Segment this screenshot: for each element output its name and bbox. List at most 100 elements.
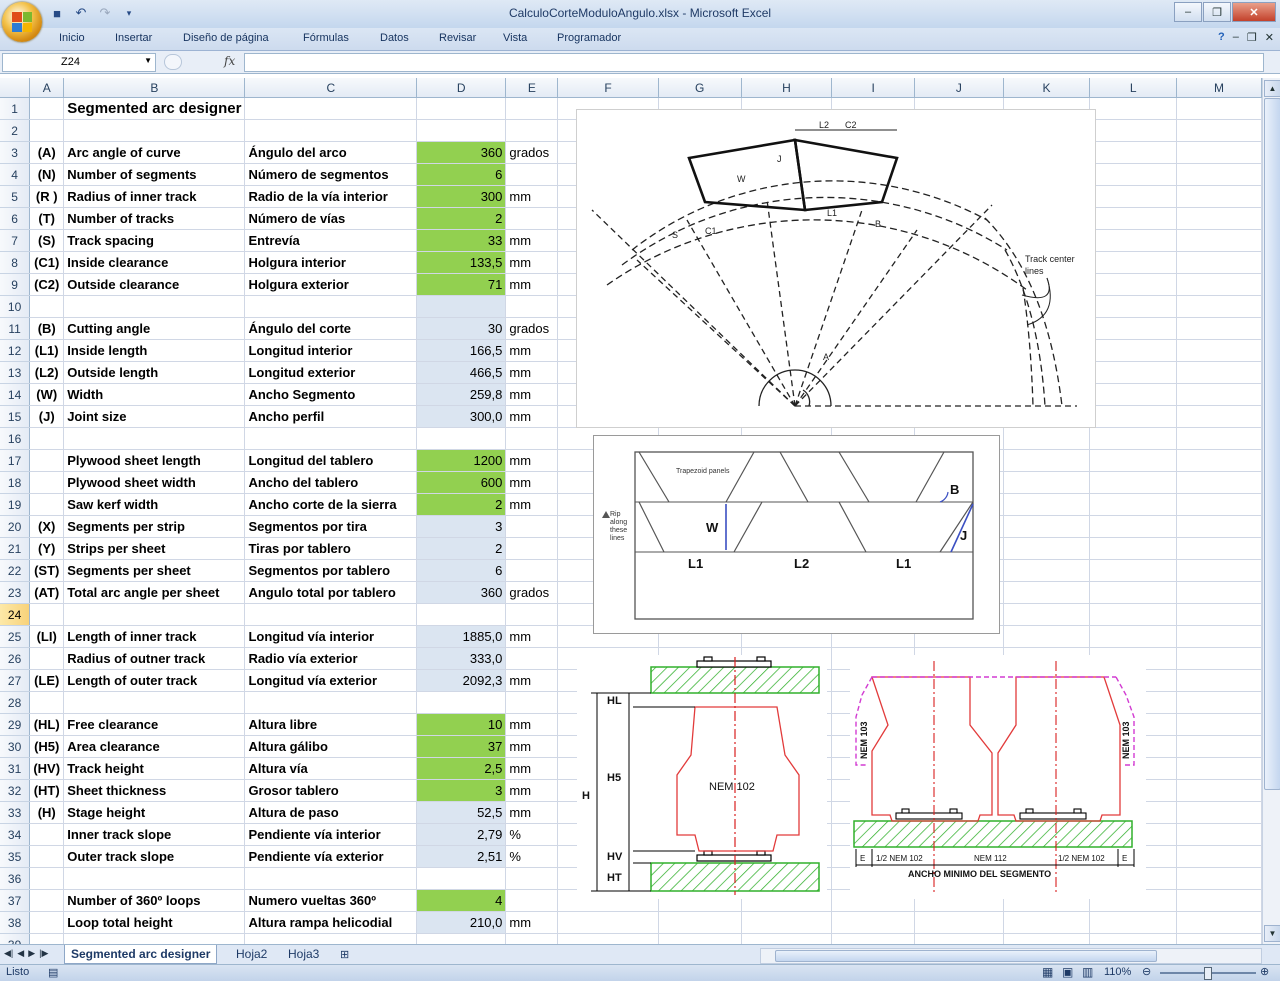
cell-empty[interactable] <box>1089 471 1178 494</box>
cell-empty[interactable] <box>1176 537 1262 560</box>
cell-empty[interactable] <box>1176 229 1262 252</box>
row-header[interactable]: 36 <box>0 867 31 890</box>
cell-d[interactable]: 600 <box>416 471 507 494</box>
cell-empty[interactable] <box>1089 383 1178 406</box>
cell-e[interactable]: mm <box>505 779 559 802</box>
cell-e[interactable] <box>505 603 559 626</box>
row-header[interactable]: 15 <box>0 405 31 428</box>
cell-e[interactable]: mm <box>505 361 559 384</box>
cell-c[interactable]: Altura rampa helicodial <box>244 911 418 934</box>
cell-empty[interactable] <box>1176 823 1262 846</box>
cell-d[interactable]: 1200 <box>416 449 507 472</box>
cell-c[interactable] <box>244 97 418 120</box>
cell-empty[interactable] <box>1089 427 1178 450</box>
cell-empty[interactable] <box>1176 867 1262 890</box>
cell-d[interactable]: 2,79 <box>416 823 507 846</box>
ribbon-close-icon[interactable]: ✕ <box>1265 31 1274 44</box>
cell-e[interactable] <box>505 647 559 670</box>
cell-a[interactable]: (S) <box>29 229 65 252</box>
cell-d[interactable]: 52,5 <box>416 801 507 824</box>
cell-b[interactable]: Segmented arc designer <box>63 97 246 120</box>
cell-b[interactable]: Free clearance <box>63 713 246 736</box>
cell-e[interactable]: mm <box>505 383 559 406</box>
horizontal-scrollbar[interactable] <box>760 948 1262 964</box>
cell-b[interactable]: Total arc angle per sheet <box>63 581 246 604</box>
column-header[interactable]: E <box>505 78 559 98</box>
cell-empty[interactable] <box>1176 691 1262 714</box>
row-header[interactable]: 16 <box>0 427 31 450</box>
row-header[interactable]: 10 <box>0 295 31 318</box>
cell-b[interactable]: Length of inner track <box>63 625 246 648</box>
cell-a[interactable] <box>29 603 65 626</box>
cell-c[interactable]: Longitud del tablero <box>244 449 418 472</box>
cell-c[interactable]: Ancho perfil <box>244 405 418 428</box>
cell-empty[interactable] <box>658 911 742 934</box>
cell-empty[interactable] <box>1176 361 1262 384</box>
cell-b[interactable] <box>63 691 246 714</box>
row-header[interactable]: 19 <box>0 493 31 516</box>
cell-empty[interactable] <box>1176 801 1262 824</box>
cell-e[interactable]: grados <box>505 317 559 340</box>
cell-b[interactable]: Outside length <box>63 361 246 384</box>
cell-a[interactable] <box>29 823 65 846</box>
cell-e[interactable]: mm <box>505 669 559 692</box>
zoom-out-icon[interactable]: ⊖ <box>1142 965 1151 978</box>
cell-empty[interactable] <box>1089 97 1178 120</box>
row-header[interactable]: 29 <box>0 713 31 736</box>
cell-b[interactable]: Arc angle of curve <box>63 141 246 164</box>
column-header[interactable]: M <box>1176 78 1262 98</box>
cell-a[interactable] <box>29 295 65 318</box>
column-header[interactable]: L <box>1089 78 1178 98</box>
cell-d[interactable]: 30 <box>416 317 507 340</box>
cell-empty[interactable] <box>658 933 742 944</box>
cell-empty[interactable] <box>741 911 833 934</box>
row-header[interactable]: 32 <box>0 779 31 802</box>
cell-empty[interactable] <box>1003 933 1091 944</box>
cell-b[interactable]: Radius of inner track <box>63 185 246 208</box>
cell-empty[interactable] <box>1003 471 1091 494</box>
cell-empty[interactable] <box>1089 603 1178 626</box>
cell-c[interactable] <box>244 933 418 944</box>
cell-c[interactable]: Ancho del tablero <box>244 471 418 494</box>
cell-c[interactable]: Número de segmentos <box>244 163 418 186</box>
cell-b[interactable]: Track spacing <box>63 229 246 252</box>
row-header[interactable]: 35 <box>0 845 31 868</box>
cell-empty[interactable] <box>914 933 1004 944</box>
cell-b[interactable]: Number of tracks <box>63 207 246 230</box>
cell-d[interactable]: 2 <box>416 537 507 560</box>
row-header[interactable]: 8 <box>0 251 31 274</box>
cell-c[interactable]: Altura libre <box>244 713 418 736</box>
cell-empty[interactable] <box>1089 537 1178 560</box>
row-header[interactable]: 25 <box>0 625 31 648</box>
zoom-in-icon[interactable]: ⊕ <box>1260 965 1269 978</box>
macro-record-icon[interactable]: ▤ <box>48 966 58 979</box>
cell-empty[interactable] <box>1089 163 1178 186</box>
cell-a[interactable]: (A) <box>29 141 65 164</box>
cell-e[interactable]: mm <box>505 185 559 208</box>
cell-empty[interactable] <box>1176 647 1262 670</box>
cell-e[interactable]: mm <box>505 449 559 472</box>
cell-b[interactable]: Number of segments <box>63 163 246 186</box>
column-header[interactable]: J <box>914 78 1004 98</box>
cell-a[interactable] <box>29 449 65 472</box>
cell-d[interactable]: 3 <box>416 515 507 538</box>
cell-empty[interactable] <box>1176 383 1262 406</box>
cell-b[interactable]: Radius of outner track <box>63 647 246 670</box>
cell-c[interactable]: Altura gálibo <box>244 735 418 758</box>
cell-b[interactable] <box>63 933 246 944</box>
row-header[interactable]: 37 <box>0 889 31 912</box>
cell-c[interactable]: Ancho Segmento <box>244 383 418 406</box>
cell-a[interactable] <box>29 493 65 516</box>
cell-empty[interactable] <box>1176 889 1262 912</box>
cell-e[interactable] <box>505 691 559 714</box>
cell-a[interactable]: (AT) <box>29 581 65 604</box>
cell-b[interactable]: Sheet thickness <box>63 779 246 802</box>
column-header[interactable]: C <box>244 78 418 98</box>
cell-empty[interactable] <box>1089 515 1178 538</box>
cell-b[interactable]: Number of 360º loops <box>63 889 246 912</box>
cell-e[interactable]: mm <box>505 471 559 494</box>
cell-d[interactable]: 37 <box>416 735 507 758</box>
minimize-button[interactable]: – <box>1174 2 1202 22</box>
cell-empty[interactable] <box>1176 735 1262 758</box>
cell-empty[interactable] <box>1176 845 1262 868</box>
